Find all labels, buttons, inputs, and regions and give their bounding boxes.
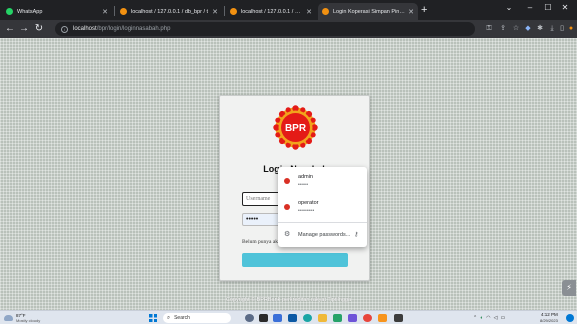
bookmark-star-icon[interactable]: ☆ (511, 24, 521, 34)
autofill-username: operator (298, 200, 319, 206)
chrome-icon[interactable] (363, 314, 372, 322)
login-button[interactable] (242, 253, 348, 267)
whatsapp-icon (6, 8, 13, 15)
battery-icon[interactable]: ▭ (500, 315, 505, 321)
autofill-item-admin[interactable]: admin ••••• (278, 169, 367, 195)
phpmyadmin-icon (120, 8, 127, 15)
close-icon[interactable]: ✕ (408, 8, 414, 16)
notification-icon[interactable] (566, 314, 574, 322)
taskbar-search[interactable]: ⌕ Search (163, 313, 231, 323)
edge-icon[interactable] (288, 314, 297, 322)
password-input[interactable]: ••••• (242, 213, 282, 226)
file-explorer-icon[interactable] (318, 314, 327, 322)
cloud-icon (4, 315, 13, 321)
back-icon[interactable]: ← (4, 22, 16, 36)
wifi-icon[interactable]: ◠ (486, 315, 490, 321)
close-window-icon[interactable]: ✕ (552, 2, 577, 14)
weather-widget[interactable]: 87°F Mostly cloudy (4, 312, 40, 324)
weather-condition: Mostly cloudy (16, 318, 41, 323)
tab-label: localhost / 127.0.0.1 / db_bpr | p (241, 8, 304, 15)
key-icon[interactable]: ⚿ (484, 24, 494, 34)
tab-label: Login Koperasi Simpan Pinjam (333, 8, 406, 15)
share-icon[interactable]: ⇪ (498, 24, 508, 34)
tab-label: WhatsApp (17, 8, 43, 15)
site-favicon-icon (322, 8, 329, 15)
tab-strip: WhatsApp ✕ localhost / 127.0.0.1 / db_bp… (0, 0, 577, 20)
browser-toolbar: ← → ↻ i localhost /bpr/login/loginnasaba… (0, 20, 577, 38)
key-icon (284, 204, 290, 210)
new-tab-icon[interactable]: + (421, 3, 427, 17)
autofill-password-mask: •••••••• (298, 208, 315, 214)
taskbar-clock[interactable]: 4:12 PM 8/29/2023 (540, 312, 558, 323)
security-icon[interactable]: ◐ (480, 315, 483, 321)
site-info-icon[interactable]: i (61, 25, 68, 33)
download-icon[interactable]: ⤓ (547, 24, 557, 34)
terminal-icon[interactable] (394, 314, 403, 322)
puzzle-icon[interactable]: ✱ (535, 24, 545, 34)
system-tray: ⌃ ◐ ◠ ◁ ▭ (473, 313, 505, 323)
divider (278, 222, 367, 223)
reload-icon[interactable]: ↻ (33, 22, 45, 36)
side-widget-icon[interactable]: ⚡ (562, 280, 576, 296)
autofill-password-mask: ••••• (298, 182, 309, 188)
autofill-username: admin (298, 174, 313, 180)
bpr-logo: BPR (273, 105, 318, 150)
register-prompt: Belum punya ak (242, 239, 279, 245)
close-icon[interactable]: ✕ (306, 8, 312, 16)
chat-icon[interactable] (273, 314, 282, 322)
phpmyadmin-icon (230, 8, 237, 15)
windows-taskbar: 87°F Mostly cloudy ⌕ Search ⌃ ◐ ◠ ◁ ▭ 4:… (0, 310, 577, 324)
xampp-icon[interactable] (378, 314, 387, 322)
app-icon[interactable] (303, 314, 312, 322)
search-label: Search (174, 315, 190, 321)
address-bar[interactable]: i localhost /bpr/login/loginnasabah.php (55, 22, 475, 36)
extension-icon[interactable]: ◆ (523, 24, 533, 34)
tab-login-koperasi[interactable]: Login Koperasi Simpan Pinjam ✕ (318, 3, 418, 20)
tab-separator (114, 6, 115, 16)
copyright-text: Copyright © BPRBank perkreditan rakyat T… (225, 297, 352, 303)
gear-icon: ⚙ (284, 231, 291, 238)
windows-start-icon[interactable] (149, 314, 157, 322)
tab-phpmyadmin-2[interactable]: localhost / 127.0.0.1 / db_bpr | p ✕ (226, 3, 316, 20)
close-icon[interactable]: ✕ (212, 8, 218, 16)
search-icon: ⌕ (167, 314, 171, 321)
volume-icon[interactable]: ◁ (494, 315, 498, 321)
close-icon[interactable]: ✕ (102, 8, 108, 16)
tab-label: localhost / 127.0.0.1 / db_bpr / t (131, 8, 209, 15)
clock-date: 8/29/2023 (540, 317, 558, 323)
manage-passwords-item[interactable]: ⚙ Manage passwords... ⚷ (278, 227, 367, 243)
url-host: localhost (73, 26, 97, 32)
key-icon: ⚷ (354, 232, 359, 238)
page-viewport: BPR Login Nasabah ••••• Belum punya ak a… (0, 38, 577, 310)
widgets-icon[interactable] (259, 314, 268, 322)
logo-text: BPR (285, 123, 307, 134)
tab-whatsapp[interactable]: WhatsApp ✕ (2, 3, 112, 20)
store-icon[interactable] (333, 314, 342, 322)
url-path: /bpr/login/loginnasabah.php (96, 26, 171, 32)
profile-avatar-icon[interactable]: ● (566, 24, 576, 34)
autofill-item-operator[interactable]: operator •••••••• (278, 195, 367, 221)
password-autofill-dropdown: admin ••••• operator •••••••• ⚙ Manage p… (278, 167, 367, 247)
chevron-up-icon[interactable]: ⌃ (473, 315, 477, 321)
vscode-icon[interactable] (348, 314, 357, 322)
task-view-icon[interactable] (245, 314, 254, 322)
forward-icon[interactable]: → (18, 22, 30, 36)
tab-separator (224, 6, 225, 16)
manage-passwords-label: Manage passwords... (298, 232, 351, 238)
key-icon (284, 178, 290, 184)
tab-phpmyadmin-1[interactable]: localhost / 127.0.0.1 / db_bpr / t ✕ (116, 3, 222, 20)
